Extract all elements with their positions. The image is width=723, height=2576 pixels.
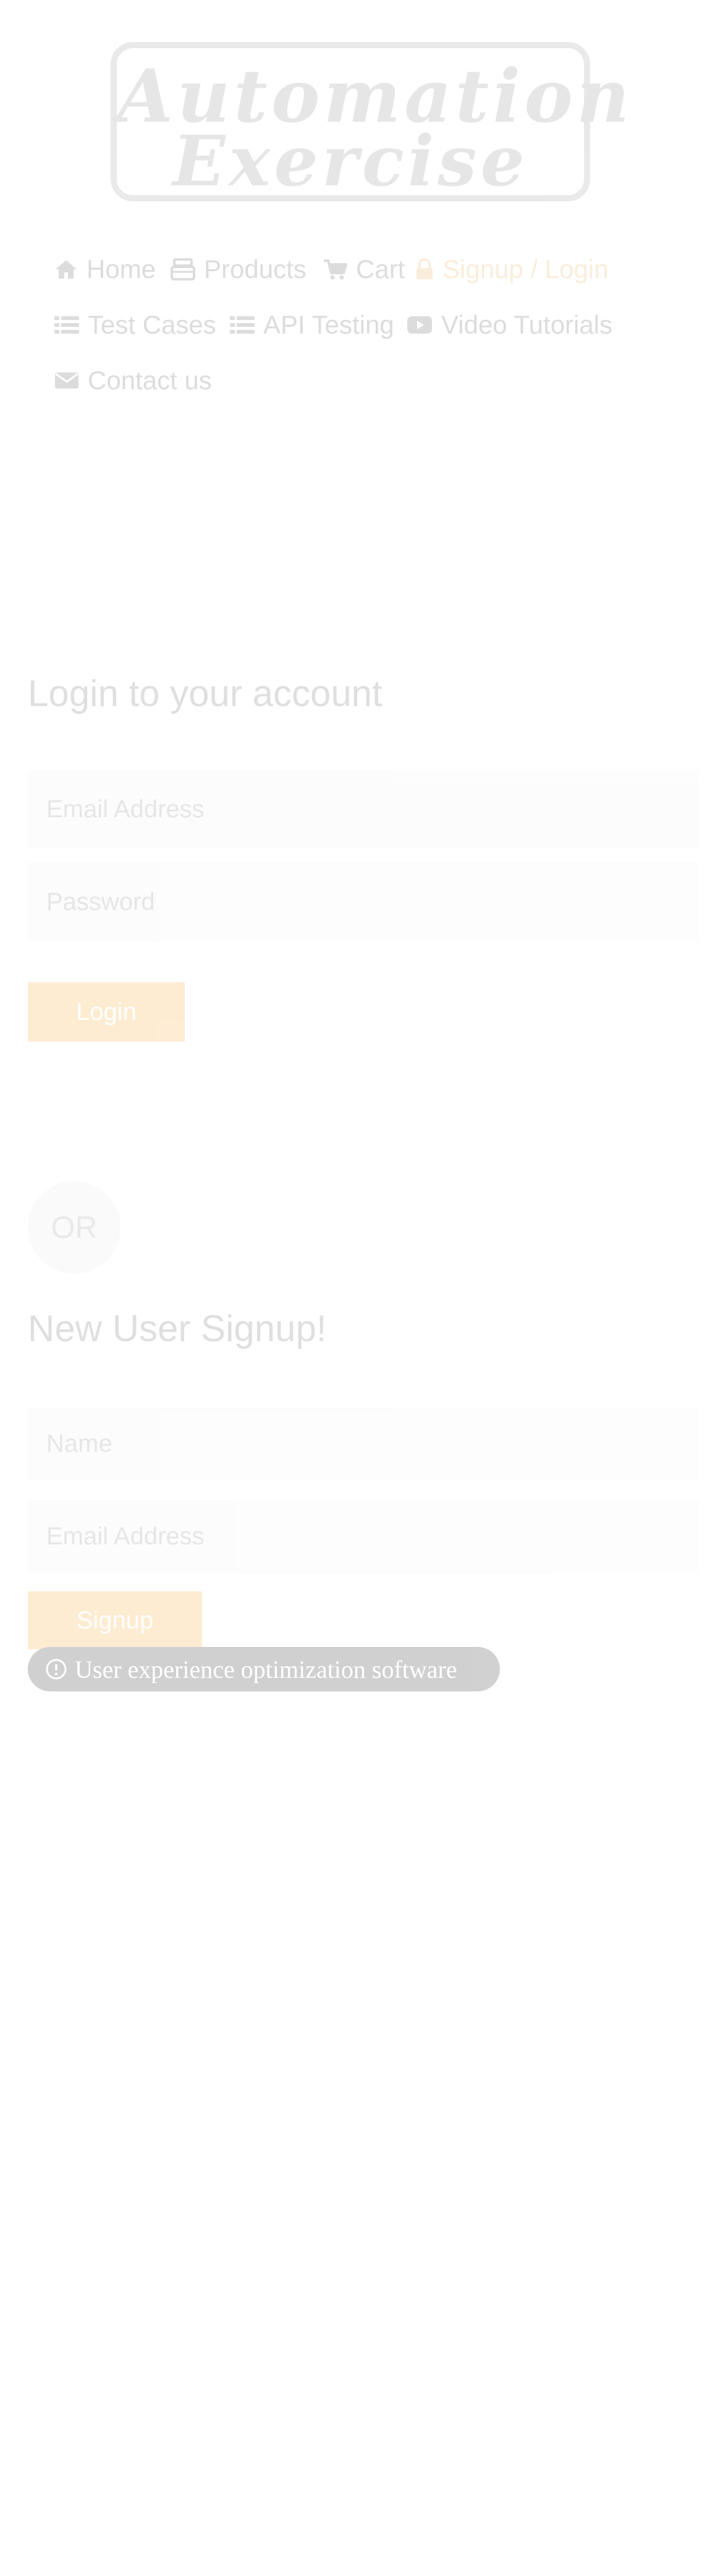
login-password-input[interactable] — [28, 862, 699, 941]
list-icon — [54, 315, 79, 335]
nav-item-test-cases[interactable]: Test Cases — [54, 310, 216, 340]
page-dimmed-overlay: Automation Exercise Home Products Cart S… — [0, 0, 723, 2576]
nav-item-signup-login[interactable]: Signup / Login — [415, 255, 609, 284]
nav-label-video-tutorials: Video Tutorials — [441, 310, 613, 339]
signup-name-input[interactable] — [28, 1407, 699, 1480]
lock-icon — [415, 258, 434, 280]
login-button[interactable]: Login — [28, 982, 185, 1042]
or-divider: OR — [28, 1181, 120, 1274]
site-logo[interactable]: Automation Exercise — [111, 42, 630, 202]
nav-label-test-cases: Test Cases — [88, 310, 216, 339]
nav-label-products: Products — [204, 255, 307, 284]
products-icon — [171, 258, 195, 280]
cart-icon — [323, 258, 347, 280]
nav-label-cart: Cart — [356, 255, 405, 284]
optimization-software-badge[interactable]: User experience optimization software — [28, 1647, 500, 1691]
envelope-icon — [54, 371, 79, 390]
login-email-input[interactable] — [28, 770, 699, 849]
list-icon — [230, 315, 255, 335]
nav-label-home: Home — [87, 255, 156, 284]
signup-button[interactable]: Signup — [28, 1591, 202, 1649]
nav-item-home[interactable]: Home — [54, 255, 156, 284]
nav-item-video-tutorials[interactable]: Video Tutorials — [407, 310, 612, 340]
badge-text: User experience optimization software — [75, 1655, 457, 1683]
nav-item-cart[interactable]: Cart — [323, 255, 405, 284]
nav-label-api-testing: API Testing — [263, 310, 394, 339]
nav-item-api-testing[interactable]: API Testing — [230, 310, 394, 340]
logo-line-2: Exercise — [172, 121, 528, 202]
nav-item-products[interactable]: Products — [171, 255, 307, 284]
youtube-icon — [407, 315, 433, 335]
info-icon — [45, 1658, 67, 1680]
nav-item-contact-us[interactable]: Contact us — [54, 366, 212, 395]
home-icon — [54, 259, 78, 280]
login-title: Login to your account — [28, 673, 383, 714]
signup-email-input[interactable] — [28, 1500, 699, 1573]
nav-label-signup-login: Signup / Login — [442, 255, 609, 284]
nav-label-contact-us: Contact us — [88, 366, 212, 395]
signup-title: New User Signup! — [28, 1308, 327, 1349]
